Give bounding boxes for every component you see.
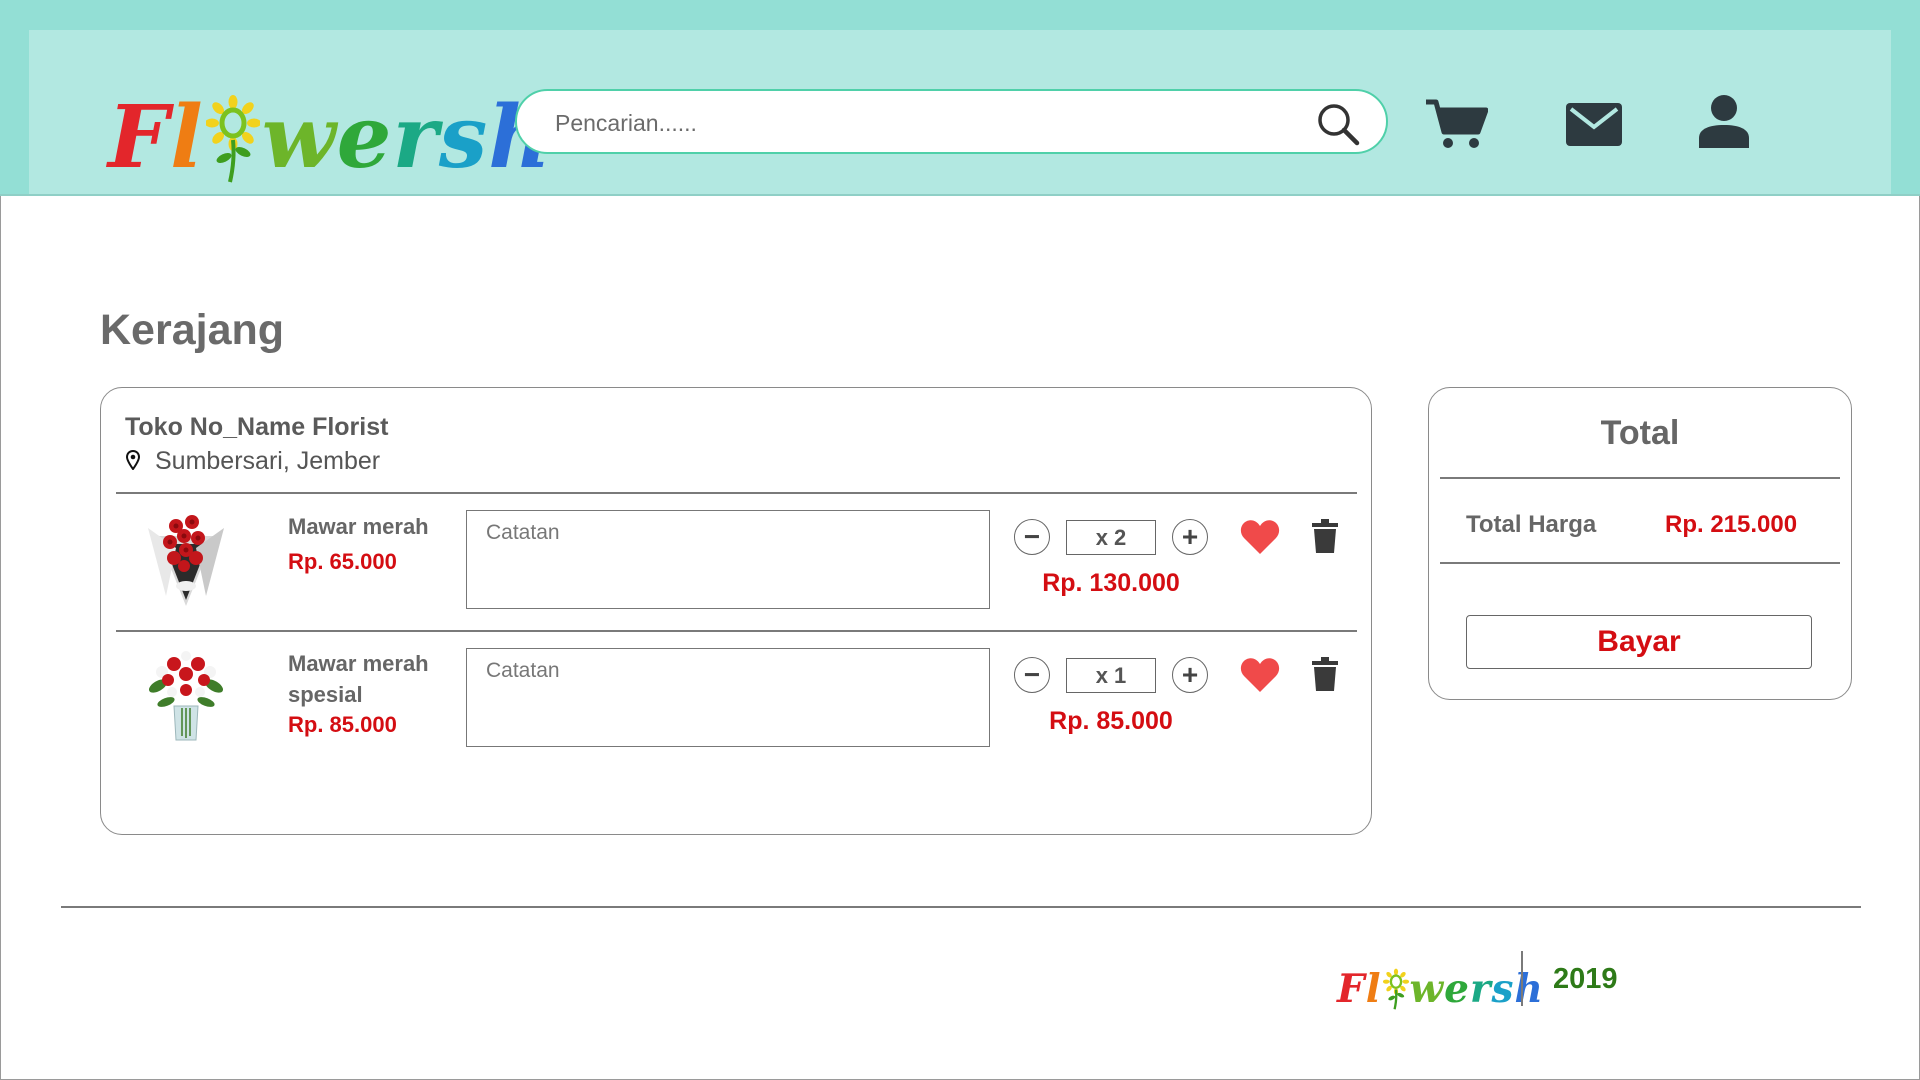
store-divider [116,492,1357,494]
heart-icon[interactable] [1240,657,1280,693]
quantity-field[interactable]: x 1 [1066,658,1156,693]
search-input[interactable]: Pencarian...... [555,110,697,137]
footer-year: 2019 [1553,963,1618,995]
page-title: Kerajang [100,306,285,354]
pay-button[interactable]: Bayar [1466,615,1812,669]
search-icon[interactable] [1316,102,1360,146]
item-divider [116,630,1357,632]
total-title: Total [1600,414,1680,452]
quantity-field[interactable]: x 2 [1066,520,1156,555]
item-price: Rp. 85.000 [288,712,397,737]
red-white-rose-vase-image [148,651,224,741]
user-icon[interactable] [1697,94,1751,148]
minus-icon: − [1023,659,1041,690]
increase-quantity-button[interactable]: + [1172,519,1208,555]
cart-icon[interactable] [1424,98,1488,150]
item-name[interactable]: Mawar merah spesial [288,648,448,710]
footer-divider [61,906,1861,908]
heart-icon[interactable] [1240,519,1280,555]
total-price-label: Total Harga [1466,511,1597,538]
note-placeholder: Catatan [486,521,560,544]
store-name[interactable]: Toko No_Name Florist [125,413,388,442]
store-location: Sumbersari, Jember [155,447,381,475]
note-input[interactable]: Catatan [466,648,990,747]
flower-logo-icon [1382,956,1409,1012]
total-divider-top [1440,477,1840,479]
mail-icon[interactable] [1566,103,1622,146]
decrease-quantity-button[interactable]: − [1014,519,1050,555]
item-price: Rp. 65.000 [288,549,397,574]
trash-icon[interactable] [1312,657,1338,691]
note-input[interactable]: Catatan [466,510,990,609]
trash-icon[interactable] [1312,519,1338,553]
flower-logo-icon [204,68,261,188]
item-subtotal: Rp. 130.000 [1042,569,1180,597]
footer-separator [1521,951,1523,1006]
footer-logo[interactable]: F l w e r s h [1337,952,1544,1012]
plus-icon: + [1181,521,1199,552]
item-name[interactable]: Mawar merah [288,511,448,542]
logo[interactable]: F l w e r s h [108,58,552,188]
minus-icon: − [1023,521,1041,552]
search-bar[interactable]: Pencarian...... [515,89,1388,154]
red-rose-bouquet-image [148,515,224,606]
location-pin-icon [126,450,140,470]
item-subtotal: Rp. 85.000 [1049,707,1173,735]
total-price-value: Rp. 215.000 [1665,511,1798,538]
decrease-quantity-button[interactable]: − [1014,657,1050,693]
header-divider [0,194,1920,196]
plus-icon: + [1181,659,1199,690]
increase-quantity-button[interactable]: + [1172,657,1208,693]
note-placeholder: Catatan [486,659,560,682]
total-divider-bottom [1440,562,1840,564]
